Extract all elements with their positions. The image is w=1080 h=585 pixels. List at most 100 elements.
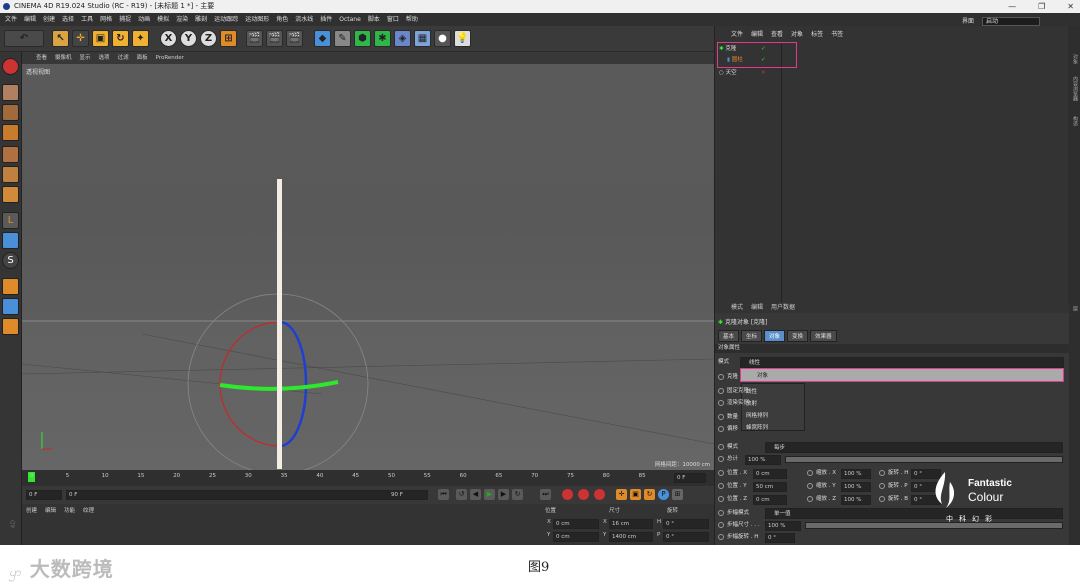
param-radio[interactable] — [718, 495, 724, 502]
attribute-menu-item[interactable]: 编辑 — [751, 304, 763, 311]
scale-field[interactable]: 100 % — [841, 482, 871, 492]
param-radio[interactable] — [718, 373, 724, 380]
param-radio[interactable] — [718, 387, 724, 394]
popup-item-grid-array[interactable]: 网格排列 — [746, 411, 768, 419]
param-radio[interactable] — [879, 469, 885, 476]
perspective-viewport[interactable]: 透视视图 网格间距：10000 cm — [22, 64, 714, 470]
menu-item[interactable]: 运动图形 — [245, 13, 269, 26]
coord-rotation-field[interactable]: 0 ° — [663, 532, 709, 542]
snap-icon[interactable]: S — [2, 252, 19, 269]
key-scale-button[interactable]: ▣ — [630, 489, 641, 500]
key-pla-button[interactable]: ⊞ — [672, 489, 683, 500]
param-radio[interactable] — [718, 469, 724, 476]
autokey-button[interactable] — [578, 489, 589, 500]
param-radio[interactable] — [718, 413, 724, 420]
close-button[interactable]: ✕ — [1067, 0, 1074, 13]
viewport-menu-item[interactable]: 选项 — [99, 52, 110, 64]
viewport-menu-item[interactable]: 摄像机 — [55, 52, 72, 64]
scale-field[interactable]: 100 % — [841, 469, 871, 479]
attribute-tab[interactable]: 效果器 — [810, 330, 837, 342]
popup-selected-item[interactable]: 对象 — [740, 368, 1064, 382]
menu-item[interactable]: 编辑 — [24, 13, 36, 26]
lock-icon[interactable] — [2, 278, 19, 295]
object-menu-item[interactable]: 书签 — [831, 29, 843, 41]
rotation-gizmo-x[interactable] — [219, 321, 281, 447]
side-tab-content[interactable]: 内容浏览器 — [1069, 76, 1079, 101]
menu-item[interactable]: 文件 — [5, 13, 17, 26]
minimize-button[interactable]: — — [1008, 0, 1016, 13]
object-menu-item[interactable]: 标签 — [811, 29, 823, 41]
axis-mode-icon[interactable]: L — [2, 212, 19, 229]
go-to-end-button[interactable]: ⏭ — [540, 489, 551, 500]
render-picture-viewer-icon[interactable]: 🎬 — [266, 30, 283, 47]
object-menu-item[interactable]: 文件 — [731, 29, 743, 41]
camera-icon[interactable]: ● — [434, 30, 451, 47]
cube-icon[interactable]: ◆ — [314, 30, 331, 47]
step-rot-field[interactable]: 0 ° — [765, 533, 795, 543]
step-size-field[interactable]: 100 % — [765, 521, 801, 531]
menu-item[interactable]: 选择 — [62, 13, 74, 26]
param-radio[interactable] — [718, 399, 724, 406]
record-keys-button[interactable] — [562, 489, 573, 500]
move-tool-icon[interactable]: ↖ — [52, 30, 69, 47]
rotate-icon[interactable]: ↻ — [112, 30, 129, 47]
cylinder-object[interactable] — [277, 179, 282, 469]
object-menu-item[interactable]: 查看 — [771, 29, 783, 41]
material-tab[interactable]: 创建 — [26, 506, 37, 514]
key-param-button[interactable]: P — [658, 489, 669, 500]
param-radio[interactable] — [879, 495, 885, 502]
x-axis-icon[interactable]: X — [160, 30, 177, 47]
coord-rotation-field[interactable]: 0 ° — [663, 519, 709, 529]
polygons-mode-icon[interactable] — [2, 186, 19, 203]
mode-dropdown[interactable]: 线性 — [740, 357, 1064, 368]
param-radio[interactable] — [879, 482, 885, 489]
maximize-button[interactable]: ❐ — [1038, 0, 1045, 13]
mode2-dropdown[interactable]: 每步 — [765, 442, 1063, 453]
attribute-tab[interactable]: 基本 — [718, 330, 740, 342]
side-tab-structure[interactable]: 构造 — [1069, 116, 1079, 126]
move-icon[interactable]: ✛ — [72, 30, 89, 47]
total-slider[interactable] — [785, 456, 1063, 463]
render-settings-icon[interactable]: 🎬 — [286, 30, 303, 47]
object-sky[interactable]: ○ 天空 — [719, 68, 737, 78]
next-key-button[interactable]: ↻ — [512, 489, 523, 500]
param-radio[interactable] — [807, 482, 813, 489]
viewport-menu-item[interactable]: 查看 — [36, 52, 47, 64]
coord-position-field[interactable]: 0 cm — [553, 532, 599, 542]
recent-tool-icon[interactable]: ✦ — [132, 30, 149, 47]
param-radio[interactable] — [718, 482, 724, 489]
rotation-gizmo-z[interactable] — [279, 320, 308, 448]
menu-item[interactable]: 创建 — [43, 13, 55, 26]
go-to-start-button[interactable]: ⏮ — [438, 489, 449, 500]
position-field[interactable]: 0 cm — [753, 469, 787, 479]
material-tab[interactable]: 编辑 — [45, 506, 56, 514]
viewport-menu-item[interactable]: 显示 — [80, 52, 91, 64]
play-button[interactable]: ▶ — [484, 489, 495, 500]
menu-item[interactable]: 流水线 — [295, 13, 313, 26]
attribute-tab[interactable]: 坐标 — [741, 330, 763, 342]
points-mode-icon[interactable] — [2, 146, 19, 163]
visibility-check-icon[interactable]: ✓ — [761, 57, 766, 63]
undo-button[interactable]: ↶ — [4, 30, 44, 47]
param-radio[interactable] — [807, 469, 813, 476]
attribute-menu-item[interactable]: 用户数据 — [771, 304, 795, 311]
visibility-check-icon[interactable]: ✓ — [761, 46, 766, 52]
menu-item[interactable]: 动画 — [138, 13, 150, 26]
menu-item[interactable]: 渲染 — [176, 13, 188, 26]
side-tab-layers[interactable]: 层 — [1069, 306, 1079, 311]
pen-icon[interactable]: ✎ — [334, 30, 351, 47]
y-axis-icon[interactable]: Y — [180, 30, 197, 47]
attribute-tab[interactable]: 变换 — [787, 330, 809, 342]
prev-frame-button[interactable]: ◀ — [470, 489, 481, 500]
key-position-button[interactable]: ✛ — [616, 489, 627, 500]
material-tab[interactable]: 纹理 — [83, 506, 94, 514]
z-axis-icon[interactable]: Z — [200, 30, 217, 47]
viewport-menu-item[interactable]: 面板 — [137, 52, 148, 64]
menu-item[interactable]: 插件 — [320, 13, 332, 26]
side-tab-objects[interactable]: 对象 — [1069, 54, 1079, 64]
object-menu-item[interactable]: 编辑 — [751, 29, 763, 41]
current-frame-field[interactable]: 0 F — [26, 490, 62, 500]
light-icon[interactable]: 💡 — [454, 30, 471, 47]
menu-item[interactable]: 帮助 — [406, 13, 418, 26]
next-frame-button[interactable]: ▶ — [498, 489, 509, 500]
